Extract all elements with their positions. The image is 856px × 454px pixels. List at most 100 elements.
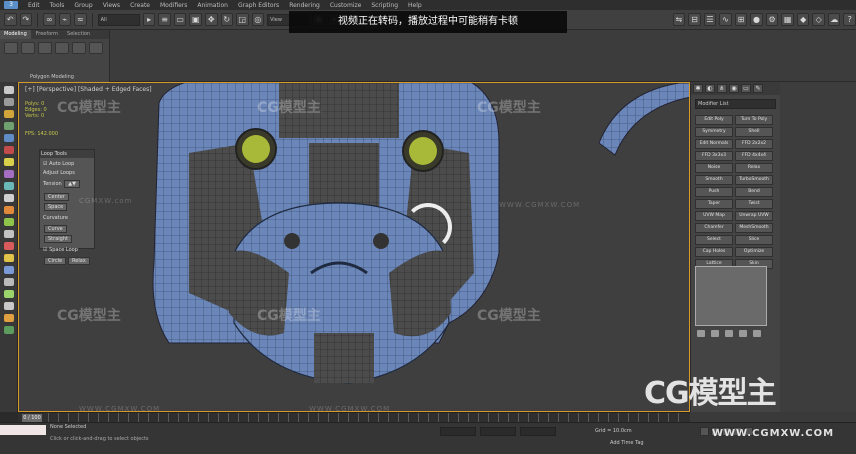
timeline[interactable]: 0 / 100 xyxy=(18,412,690,423)
material-tool-icon[interactable] xyxy=(3,302,14,310)
modifier-button[interactable]: MeshSmooth xyxy=(735,223,773,233)
center-button[interactable]: Center xyxy=(44,193,69,201)
bind-icon[interactable]: ≈ xyxy=(74,13,87,26)
modify-tab-icon[interactable]: ◐ xyxy=(705,84,715,93)
modifier-list-dropdown[interactable]: Modifier List xyxy=(695,99,776,109)
modifier-button[interactable]: Push xyxy=(695,187,733,197)
curve-button[interactable]: Curve xyxy=(44,225,67,233)
render-tool-icon[interactable] xyxy=(3,314,14,322)
modify-mode-icon[interactable] xyxy=(89,42,103,54)
redo-icon[interactable]: ↷ xyxy=(19,13,33,26)
pin-stack-icon[interactable] xyxy=(697,330,705,337)
remove-modifier-icon[interactable] xyxy=(739,330,747,337)
help-icon[interactable]: ? xyxy=(843,13,856,26)
create-tab-icon[interactable]: ✱ xyxy=(693,84,703,93)
link-icon[interactable]: ∞ xyxy=(43,13,56,26)
render-frame-icon[interactable]: ▦ xyxy=(781,13,794,26)
render-iterative-icon[interactable]: ◇ xyxy=(812,13,825,26)
selection-filter-dropdown[interactable]: All xyxy=(97,13,140,26)
ribbon-group-label[interactable]: Polygon Modeling xyxy=(30,74,74,80)
rect-select-icon[interactable]: ▭ xyxy=(173,13,187,26)
select-tool-icon[interactable] xyxy=(3,98,14,106)
border-mode-icon[interactable] xyxy=(38,42,52,54)
menu-animation[interactable]: Animation xyxy=(197,2,228,9)
make-unique-icon[interactable] xyxy=(725,330,733,337)
system-tool-icon[interactable] xyxy=(3,206,14,214)
menu-edit[interactable]: Edit xyxy=(28,2,40,9)
viewport-label[interactable]: [+] [Perspective] [Shaded + Edged Faces] xyxy=(25,86,152,93)
face-tool-icon[interactable] xyxy=(3,146,14,154)
scene-tool-icon[interactable] xyxy=(3,326,14,334)
utilities-tab-icon[interactable]: ✎ xyxy=(753,84,763,93)
modifier-button[interactable]: Relax xyxy=(735,163,773,173)
material-editor-icon[interactable]: ● xyxy=(750,13,763,26)
tab-selection[interactable]: Selection xyxy=(63,30,94,39)
z-coord-field[interactable] xyxy=(520,427,556,436)
rotate-icon[interactable]: ↻ xyxy=(220,13,234,26)
modifier-button[interactable]: Cap Holes xyxy=(695,247,733,257)
tension-spinner[interactable]: ▲▼ xyxy=(64,180,80,188)
panel-title[interactable]: Loop Tools xyxy=(40,150,94,158)
scale-icon[interactable]: ◲ xyxy=(236,13,249,26)
undo-icon[interactable]: ↶ xyxy=(4,13,17,26)
menu-customize[interactable]: Customize xyxy=(330,2,362,9)
modifier-button[interactable]: FFD 4x4x4 xyxy=(735,151,773,161)
object-tool-icon[interactable] xyxy=(3,110,14,118)
particle-tool-icon[interactable] xyxy=(3,242,14,250)
menu-group[interactable]: Group xyxy=(74,2,92,9)
configure-sets-icon[interactable] xyxy=(753,330,761,337)
menu-tools[interactable]: Tools xyxy=(50,2,65,9)
motion-tab-icon[interactable]: ◉ xyxy=(729,84,739,93)
modifier-button[interactable]: FFD 3x3x3 xyxy=(695,151,733,161)
render-cloud-icon[interactable]: ☁ xyxy=(827,13,841,26)
modifier-button[interactable]: Taper xyxy=(695,199,733,209)
display-tab-icon[interactable]: ▭ xyxy=(741,84,751,93)
schematic-icon[interactable]: ⊞ xyxy=(734,13,748,26)
hierarchy-tab-icon[interactable]: ⋔ xyxy=(717,84,727,93)
modifier-button[interactable]: Noise xyxy=(695,163,733,173)
hierarchy-tool-icon[interactable] xyxy=(3,266,14,274)
mirror-icon[interactable]: ⇋ xyxy=(672,13,686,26)
edge-tool-icon[interactable] xyxy=(3,134,14,142)
time-slider[interactable]: 0 / 100 xyxy=(22,414,42,422)
polygon-mode-icon[interactable] xyxy=(55,42,69,54)
render-setup-icon[interactable]: ⚙ xyxy=(765,13,779,26)
modifier-button[interactable]: FFD 2x2x2 xyxy=(735,139,773,149)
menu-scripting[interactable]: Scripting xyxy=(371,2,398,9)
place-icon[interactable]: ◎ xyxy=(251,13,265,26)
element-mode-icon[interactable] xyxy=(72,42,86,54)
display-tool-icon[interactable] xyxy=(3,254,14,262)
align-icon[interactable]: ⊟ xyxy=(688,13,701,26)
light-tool-icon[interactable] xyxy=(3,158,14,166)
select-icon[interactable]: ▸ xyxy=(142,13,156,26)
unlink-icon[interactable]: ⌁ xyxy=(58,13,72,26)
vertex-tool-icon[interactable] xyxy=(3,122,14,130)
go-to-start-icon[interactable] xyxy=(700,427,709,436)
poly-tool-icon[interactable] xyxy=(3,86,14,94)
add-time-tag[interactable]: Add Time Tag xyxy=(610,440,644,446)
menu-help[interactable]: Help xyxy=(408,2,422,9)
circle-button[interactable]: Circle xyxy=(44,257,67,265)
menu-create[interactable]: Create xyxy=(130,2,150,9)
space-tool-icon[interactable] xyxy=(3,182,14,190)
vertex-mode-icon[interactable] xyxy=(4,42,18,54)
helper-tool-icon[interactable] xyxy=(3,170,14,178)
space-button[interactable]: Space xyxy=(44,203,68,211)
perspective-viewport[interactable]: [+] [Perspective] [Shaded + Edged Faces]… xyxy=(18,82,690,412)
modifier-button[interactable]: TurboSmooth xyxy=(735,175,773,185)
shape-tool-icon[interactable] xyxy=(3,218,14,226)
modifier-button[interactable]: UVW Map xyxy=(695,211,733,221)
modifier-button[interactable]: Optimize xyxy=(735,247,773,257)
tab-modeling[interactable]: Modeling xyxy=(0,30,31,39)
select-by-name-icon[interactable]: ≡ xyxy=(158,13,171,26)
utility-tool-icon[interactable] xyxy=(3,290,14,298)
app-logo-icon[interactable]: 3 xyxy=(4,1,18,9)
auto-loop-row[interactable]: ☑ Auto Loop xyxy=(43,161,91,167)
modifier-button[interactable]: Chamfer xyxy=(695,223,733,233)
modifier-stack-list[interactable] xyxy=(695,266,767,326)
straight-button[interactable]: Straight xyxy=(44,235,72,243)
tab-freeform[interactable]: Freeform xyxy=(32,30,62,39)
modifier-button[interactable]: Symmetry xyxy=(695,127,733,137)
maxscript-listener[interactable] xyxy=(0,425,46,435)
layer-icon[interactable]: ☰ xyxy=(703,13,717,26)
